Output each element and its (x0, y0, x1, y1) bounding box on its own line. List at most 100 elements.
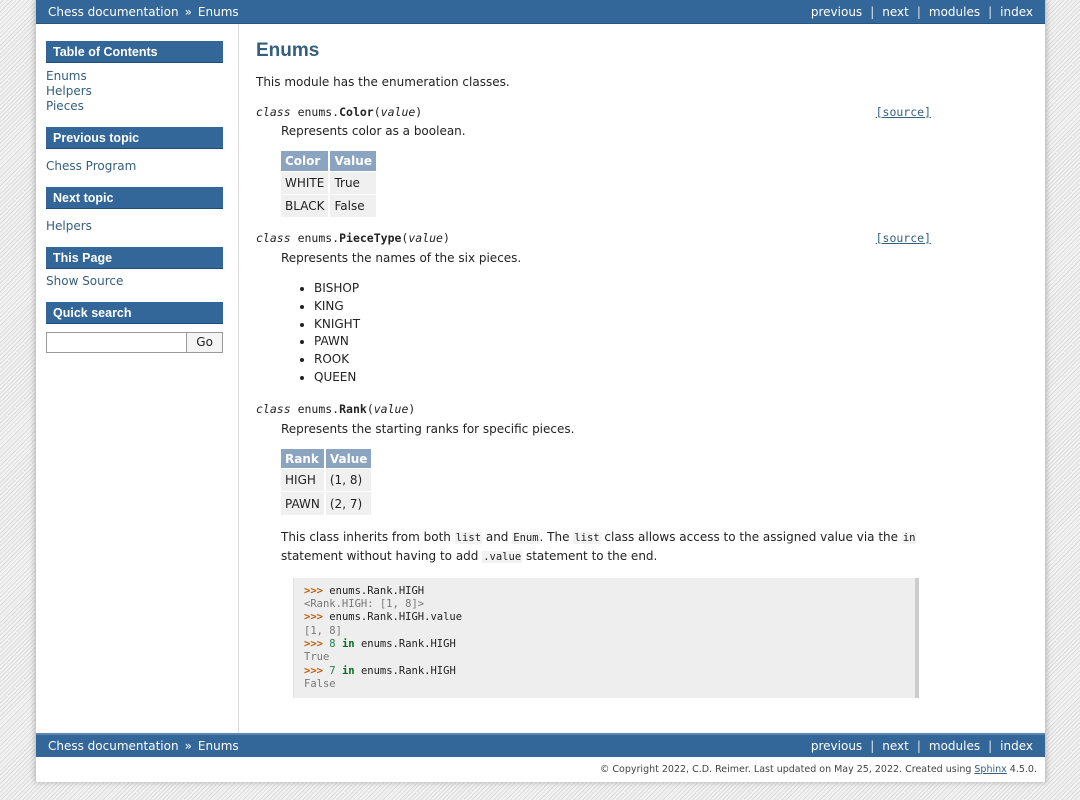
code-example: >>> enums.Rank.HIGH <Rank.HIGH: [1, 8]> … (293, 577, 919, 699)
toc-link-enums[interactable]: Enums (46, 69, 228, 84)
nav-previous[interactable]: previous (811, 5, 862, 19)
show-source-link[interactable]: Show Source (46, 274, 228, 289)
piecetype-class-signature: class enums.PieceType(value) [source] (256, 229, 946, 247)
sig-paren: ( (366, 401, 374, 416)
sig-keyword: class (256, 105, 291, 119)
inline-code: Enum (512, 531, 540, 544)
nav-next[interactable]: next (882, 5, 909, 19)
sig-module: enums. (297, 401, 340, 416)
breadcrumb-current[interactable]: Enums (198, 5, 239, 19)
table-header: Value (324, 448, 374, 469)
inline-code: list (454, 531, 483, 544)
code-output: True (304, 651, 330, 664)
quick-search-section: Quick search Go (46, 302, 228, 353)
nav-separator: | (988, 4, 993, 19)
previous-topic-heading: Previous topic (46, 127, 223, 149)
table-header-row: Rank Value (281, 448, 374, 469)
next-topic-heading: Next topic (46, 187, 223, 209)
table-cell: HIGH (281, 468, 326, 492)
nav-modules[interactable]: modules (929, 5, 980, 19)
inline-code: list (573, 531, 601, 544)
sig-paren: ) (415, 105, 423, 119)
code-number: 8 (329, 637, 336, 650)
nav-separator: | (870, 739, 875, 753)
piecetype-source-link[interactable]: [source] (876, 229, 931, 247)
breadcrumb-separator: » (184, 4, 192, 19)
sig-paren: ( (373, 105, 381, 119)
nav-modules[interactable]: modules (929, 739, 980, 753)
top-relbar: Chess documentation » Enums previous | n… (36, 0, 1045, 24)
rank-description: Represents the starting ranks for specif… (281, 421, 575, 436)
sig-keyword: class (256, 231, 291, 245)
table-header: Rank (281, 448, 326, 469)
code-prompt: >>> (304, 584, 323, 597)
module-intro: This module has the enumeration classes. (256, 75, 510, 89)
footer: © Copyright 2022, C.D. Reimer. Last upda… (36, 764, 1037, 775)
breadcrumb: Chess documentation » Enums (48, 739, 239, 753)
main-content: Enums This module has the enumeration cl… (256, 24, 946, 699)
page: Chess documentation » Enums previous | n… (35, 0, 1046, 782)
sig-arg: value (373, 401, 409, 416)
nav-index[interactable]: index (1000, 739, 1033, 753)
toc-link-helpers[interactable]: Helpers (46, 84, 228, 99)
rank-class-signature: class enums.Rank(value) (256, 400, 946, 418)
code-keyword: in (341, 637, 355, 650)
previous-topic-section: Previous topic Chess Program (46, 127, 228, 174)
sphinx-link[interactable]: Sphinx (974, 764, 1006, 775)
list-item: QUEEN (314, 369, 946, 387)
next-topic-section: Next topic Helpers (46, 187, 228, 234)
rank-inherit-paragraph: This class inherits from both list and E… (281, 528, 946, 566)
rank-table: Rank Value HIGH (1, 8) PAWN (2, 7) (281, 448, 374, 515)
list-item: ROOK (314, 351, 946, 369)
breadcrumb-home[interactable]: Chess documentation (48, 739, 179, 753)
previous-topic-link[interactable]: Chess Program (46, 159, 228, 174)
table-cell: BLACK (281, 193, 331, 217)
table-header-row: Color Value (281, 151, 378, 171)
sig-keyword: class (256, 401, 291, 416)
sig-paren: ) (442, 231, 450, 245)
table-cell: WHITE (281, 170, 331, 194)
sig-module: enums. (297, 105, 340, 119)
code-text: enums.Rank.HIGH (360, 664, 456, 677)
breadcrumb-home[interactable]: Chess documentation (48, 5, 179, 19)
color-table: Color Value WHITE True BLACK False (281, 151, 378, 217)
bottom-nav: previous | next | modules | index (811, 739, 1033, 753)
table-row: HIGH (1, 8) (281, 468, 374, 492)
sig-name: Rank (339, 401, 367, 416)
code-keyword: in (341, 664, 355, 677)
table-cell: False (329, 193, 378, 217)
piecetype-description: Represents the names of the six pieces. (281, 251, 522, 265)
breadcrumb-current[interactable]: Enums (198, 739, 239, 753)
sig-name: Color (339, 105, 374, 119)
nav-previous[interactable]: previous (811, 739, 862, 753)
breadcrumb-separator: » (184, 739, 192, 753)
sig-arg: value (408, 231, 443, 245)
top-nav: previous | next | modules | index (811, 5, 1033, 19)
copyright-text: © Copyright 2022, C.D. Reimer. Last upda… (599, 764, 975, 775)
nav-next[interactable]: next (882, 739, 909, 753)
paragraph-text: . The (539, 529, 574, 544)
piece-list: BISHOP KING KNIGHT PAWN ROOK QUEEN (314, 280, 946, 387)
table-header: Color (281, 151, 331, 171)
search-input[interactable] (46, 332, 188, 353)
list-item: KING (314, 298, 946, 316)
toc-link-pieces[interactable]: Pieces (46, 99, 228, 114)
version-text: 4.5.0. (1006, 764, 1037, 775)
color-source-link[interactable]: [source] (876, 103, 931, 121)
code-line: >>> enums.Rank.HIGH.value (304, 611, 905, 624)
code-text: enums.Rank.HIGH.value (329, 611, 463, 624)
page-title: Enums (256, 40, 320, 61)
next-topic-link[interactable]: Helpers (46, 219, 228, 234)
nav-index[interactable]: index (1000, 5, 1033, 19)
sig-paren: ) (408, 401, 416, 416)
sig-arg: value (380, 105, 416, 119)
color-description: Represents color as a boolean. (281, 124, 466, 138)
code-line: >>> enums.Rank.HIGH (304, 585, 905, 598)
table-row: PAWN (2, 7) (281, 491, 374, 515)
code-text: enums.Rank.HIGH (360, 637, 456, 650)
toc-section: Table of Contents Enums Helpers Pieces (46, 41, 228, 114)
search-go-button[interactable]: Go (187, 332, 223, 353)
table-cell: PAWN (281, 491, 326, 515)
table-cell: (2, 7) (324, 491, 374, 515)
bottom-relbar: Chess documentation » Enums previous | n… (36, 733, 1045, 757)
